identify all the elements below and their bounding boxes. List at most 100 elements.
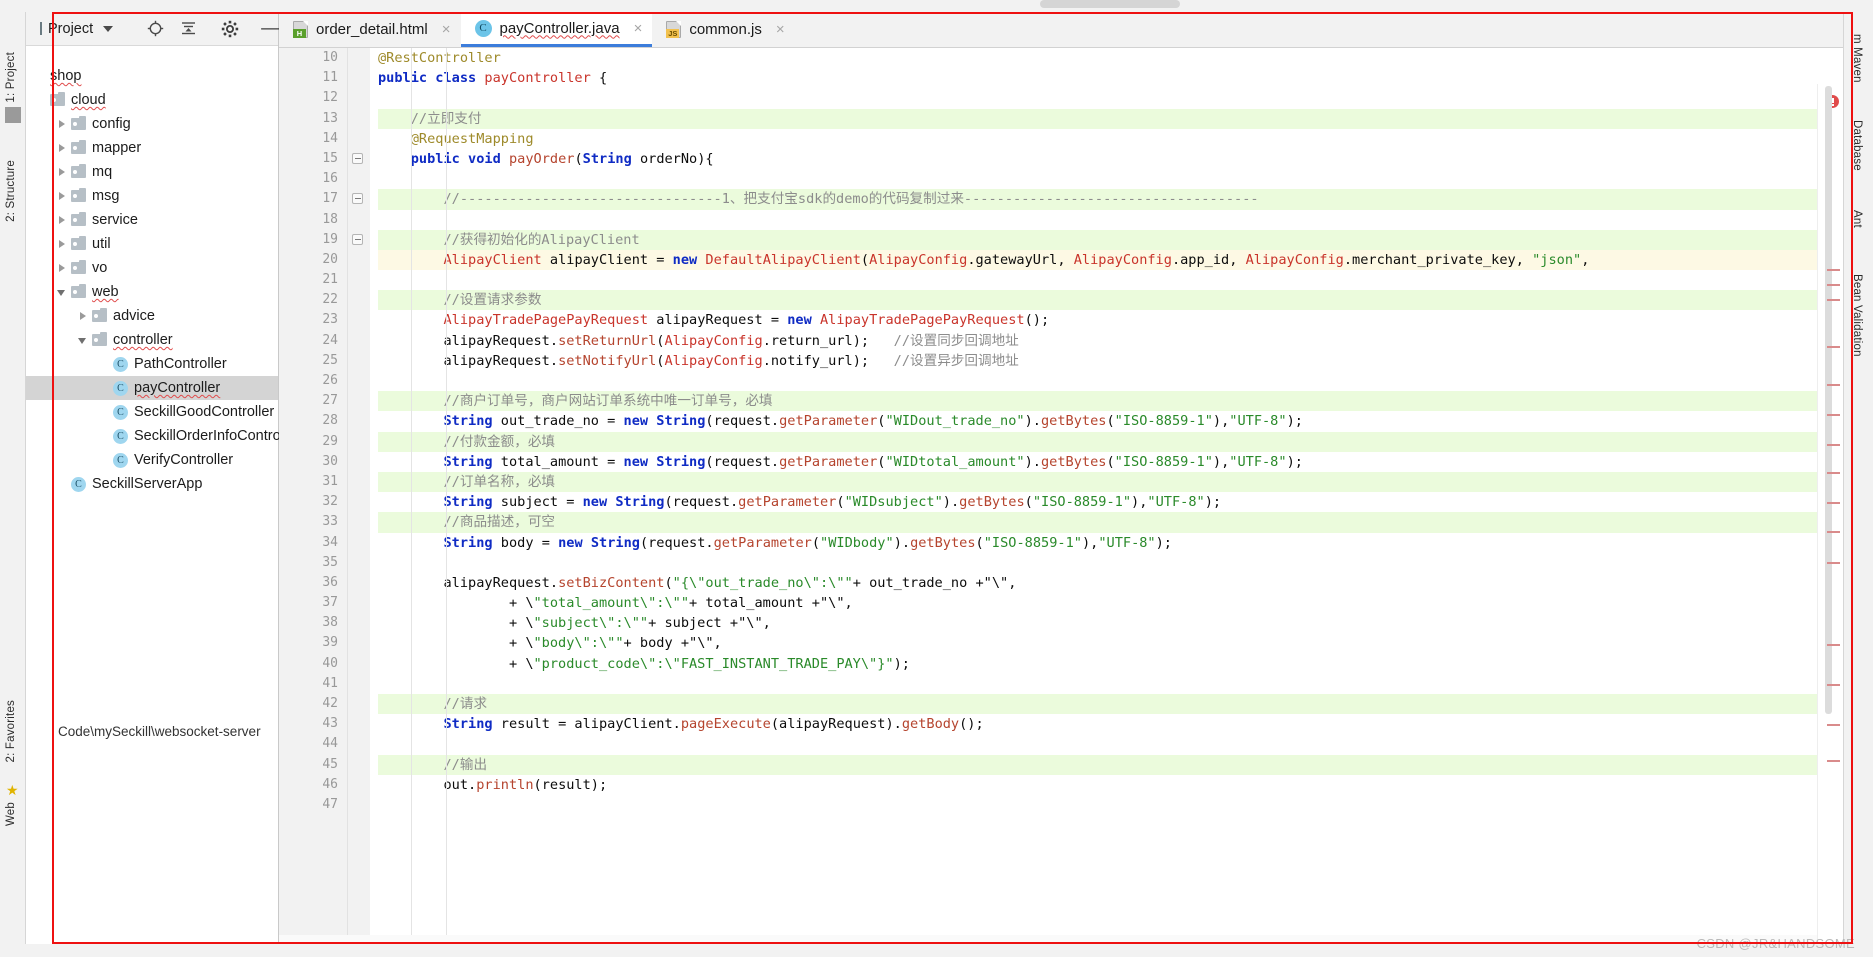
tree-item-controller[interactable]: controller bbox=[26, 328, 278, 352]
tree-item-label: PathController bbox=[134, 356, 227, 372]
tree-item-seckillserverapp[interactable]: C SeckillServerApp bbox=[26, 472, 278, 496]
tree-toggle-right-icon[interactable] bbox=[76, 309, 90, 323]
java-class-icon: C bbox=[113, 356, 128, 372]
sidebar-item-structure[interactable]: 2: Structure bbox=[5, 160, 17, 222]
tree-toggle-right-icon[interactable] bbox=[55, 165, 69, 179]
fold-toggle-icon[interactable] bbox=[348, 230, 370, 250]
tree-item-verifycontroller[interactable]: C VerifyController bbox=[26, 448, 278, 472]
tree-item-label: cloud bbox=[71, 92, 106, 108]
close-icon[interactable]: × bbox=[634, 20, 643, 37]
tree-item-advice[interactable]: advice bbox=[26, 304, 278, 328]
sidebar-item-bean-validation[interactable]: Bean Validation bbox=[1851, 274, 1863, 357]
tree-item-config[interactable]: config bbox=[26, 112, 278, 136]
tree-item-web[interactable]: web bbox=[26, 280, 278, 304]
tree-item-util[interactable]: util bbox=[26, 232, 278, 256]
tree-toggle-down-icon[interactable] bbox=[76, 333, 90, 347]
code-line: + \"product_code\":\"FAST_INSTANT_TRADE_… bbox=[378, 655, 910, 672]
code-folding-column[interactable] bbox=[348, 48, 370, 944]
fold-toggle-icon[interactable] bbox=[348, 149, 370, 169]
fold-column-cell bbox=[348, 331, 370, 351]
line-number: 20 bbox=[322, 251, 338, 267]
sidebar-item-favorites[interactable]: 2: Favorites bbox=[5, 700, 17, 762]
tree-item-paycontroller[interactable]: CpayController bbox=[26, 376, 278, 400]
tree-toggle-right-icon[interactable] bbox=[55, 117, 69, 131]
tree-item-mapper[interactable]: mapper bbox=[26, 136, 278, 160]
sidebar-item-maven[interactable]: m Maven bbox=[1851, 34, 1863, 83]
code-content[interactable]: @RestController public class payControlle… bbox=[370, 48, 1843, 944]
line-number: 25 bbox=[322, 352, 338, 368]
folder-icon bbox=[50, 91, 65, 106]
tree-item-vo[interactable]: vo bbox=[26, 256, 278, 280]
sidebar-item-ant[interactable]: Ant bbox=[1851, 210, 1863, 228]
java-class-icon: C bbox=[113, 380, 128, 396]
fold-column-cell bbox=[348, 310, 370, 330]
folder-icon bbox=[71, 235, 86, 250]
fold-column-cell bbox=[348, 694, 370, 714]
gear-icon[interactable] bbox=[221, 20, 239, 38]
tree-item-mq[interactable]: mq bbox=[26, 160, 278, 184]
java-class-icon: C bbox=[71, 476, 86, 492]
code-line: alipayRequest.setNotifyUrl(AlipayConfig.… bbox=[378, 352, 1019, 369]
editor-tab-bar[interactable]: Horder_detail.html × CpayController.java × J… bbox=[279, 12, 1843, 48]
code-line: //立即支付 bbox=[378, 108, 1843, 129]
fold-column-cell bbox=[348, 553, 370, 573]
vertical-scrollbar-thumb[interactable] bbox=[1825, 86, 1832, 714]
line-number: 12 bbox=[322, 90, 338, 106]
tree-item-cloud[interactable]: cloud bbox=[26, 88, 278, 112]
tree-item-label: mapper bbox=[92, 140, 142, 156]
horizontal-scrollbar-top[interactable] bbox=[1040, 0, 1180, 8]
horizontal-scrollbar-bottom[interactable] bbox=[279, 935, 1817, 944]
tree-item-pathcontroller[interactable]: C PathController bbox=[26, 352, 278, 376]
target-icon[interactable] bbox=[147, 20, 164, 37]
tree-toggle-right-icon[interactable] bbox=[55, 141, 69, 155]
tree-toggle-right-icon[interactable] bbox=[55, 189, 69, 203]
close-icon[interactable]: × bbox=[442, 21, 451, 38]
editor-tab-common-js[interactable]: JS common.js × bbox=[652, 12, 794, 47]
close-icon[interactable]: × bbox=[776, 21, 785, 38]
tree-item-seckillorderinfocontroller[interactable]: C SeckillOrderInfoController bbox=[26, 424, 300, 448]
tree-item-msg[interactable]: msg bbox=[26, 184, 278, 208]
line-number: 15 bbox=[322, 150, 338, 166]
project-tool-icon[interactable] bbox=[5, 107, 21, 123]
editor-tab-paycontroller-java[interactable]: CpayController.java × bbox=[460, 12, 653, 47]
line-number: 31 bbox=[322, 473, 338, 489]
fold-column-cell bbox=[348, 734, 370, 754]
folder-icon bbox=[71, 259, 86, 274]
code-editor[interactable]: 10 11 12 13 14 15 16 17 18 19 20 21 22 23 24 25 26 27 28 29… bbox=[279, 48, 1843, 944]
fold-column-cell bbox=[348, 674, 370, 694]
fold-column-cell bbox=[348, 613, 370, 633]
tree-item-seckillgoodcontroller[interactable]: C SeckillGoodController bbox=[26, 400, 278, 424]
project-panel-header: Project — bbox=[26, 12, 280, 46]
tree-item-shop[interactable]: shop bbox=[26, 64, 278, 88]
editor-tab-order-detail-html[interactable]: Horder_detail.html × bbox=[279, 12, 461, 47]
tree-toggle-right-icon[interactable] bbox=[55, 213, 69, 227]
code-line: + \"total_amount\":\""+ total_amount +"\… bbox=[378, 595, 853, 612]
tree-toggle-right-icon[interactable] bbox=[55, 261, 69, 275]
line-number: 29 bbox=[322, 433, 338, 449]
source-code[interactable]: @RestController public class payControlle… bbox=[370, 48, 1843, 815]
code-line: String result = alipayClient.pageExecute… bbox=[443, 716, 984, 733]
editor-marker-rail[interactable] bbox=[1817, 84, 1843, 944]
tree-toggle-down-icon[interactable] bbox=[55, 285, 69, 299]
code-line: public void payOrder(String orderNo){ bbox=[410, 150, 714, 167]
tree-item-label: mq bbox=[92, 164, 113, 180]
tree-item-service[interactable]: service bbox=[26, 208, 278, 232]
sidebar-item-project[interactable]: 1: Project bbox=[5, 52, 17, 103]
tree-toggle-right-icon[interactable] bbox=[55, 237, 69, 251]
sidebar-item-web[interactable]: Web bbox=[5, 802, 17, 826]
sidebar-item-database[interactable]: Database bbox=[1851, 120, 1863, 171]
line-number: 18 bbox=[322, 211, 338, 227]
line-number: 37 bbox=[322, 595, 338, 611]
line-number: 16 bbox=[322, 171, 338, 187]
chevron-down-icon[interactable] bbox=[103, 25, 114, 32]
fold-toggle-icon[interactable] bbox=[348, 189, 370, 209]
fold-column-cell bbox=[348, 795, 370, 815]
project-tree[interactable]: shop cloud config mapper mq msg service util vo w… bbox=[26, 46, 300, 496]
minimize-icon[interactable]: — bbox=[261, 19, 280, 38]
collapse-all-icon[interactable] bbox=[180, 20, 197, 37]
